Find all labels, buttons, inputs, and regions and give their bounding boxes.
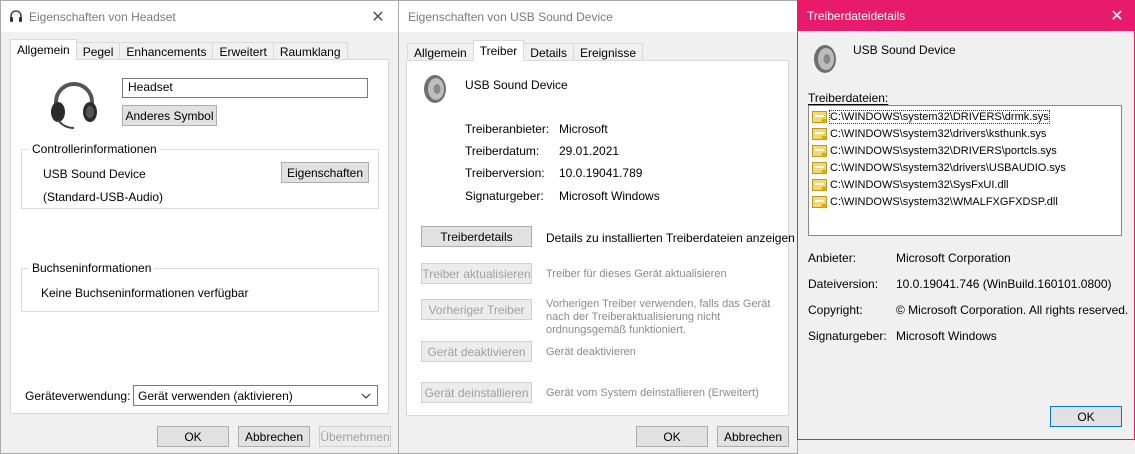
ok-button[interactable]: OK [1050,406,1122,427]
signer-value: Microsoft Windows [559,189,660,203]
copyright-label: Copyright: [808,303,863,317]
driver-files-label: Treiberdateien: [808,91,889,105]
file-version-value: 10.0.19041.746 (WinBuild.160101.0800) [896,277,1112,291]
driver-provider-value: Microsoft [559,122,608,136]
window-title: Eigenschaften von USB Sound Device [408,9,613,24]
jack-group-title: Buchseninformationen [29,261,155,275]
copyright-value: © Microsoft Corporation. All rights rese… [896,303,1129,317]
driver-date-value: 29.01.2021 [559,144,620,158]
tab-details[interactable]: Details [523,43,574,61]
system-file-icon [812,178,827,191]
update-driver-desc: Treiber für dieses Gerät aktualisieren [546,268,727,280]
chevron-down-icon [361,393,371,399]
headset-icon [10,9,22,22]
signer-value: Microsoft Windows [896,329,997,343]
device-name: USB Sound Device [465,78,568,92]
headset-device-icon [51,82,97,129]
driver-provider-label: Treiberanbieter: [465,122,550,136]
title-bar[interactable]: Eigenschaften von Headset ✕ [1,1,398,32]
ok-button[interactable]: OK [157,426,229,447]
update-driver-button[interactable]: Treiber aktualisieren [421,263,532,284]
jack-group: Buchseninformationen Keine Buchseninform… [21,261,379,312]
close-icon[interactable]: ✕ [358,1,398,32]
list-item[interactable]: C:\WINDOWS\system32\WMALFXGFXDSP.dll [812,193,1118,210]
uninstall-device-desc: Gerät vom System deinstallieren (Erweite… [546,387,759,399]
signer-label: Signaturgeber: [465,189,544,203]
system-file-icon [812,144,827,157]
tab-allgemein[interactable]: Allgemein [10,39,77,60]
provider-value: Microsoft Corporation [896,251,1011,265]
driver-date-label: Treiberdatum: [465,144,540,158]
usb-device-properties-dialog: Eigenschaften von USB Sound Device Allge… [398,0,798,454]
list-item[interactable]: C:\WINDOWS\system32\DRIVERS\drmk.sys [812,108,1118,125]
device-name: USB Sound Device [853,43,956,57]
headset-properties-dialog: Eigenschaften von Headset ✕ Allgemein Pe… [0,0,399,454]
controller-name: USB Sound Device [43,167,146,181]
change-icon-button[interactable]: Anderes Symbol [122,105,217,126]
driver-files-list[interactable]: C:\WINDOWS\system32\DRIVERS\drmk.sys C:\… [808,105,1122,236]
cancel-button[interactable]: Abbrechen [238,426,310,447]
rollback-driver-button[interactable]: Vorheriger Treiber [421,299,532,320]
tab-erweitert[interactable]: Erweitert [212,42,274,60]
driver-tab-panel: USB Sound Device Treiberanbieter: Micros… [406,60,795,416]
file-version-label: Dateiversion: [808,277,879,291]
signer-label: Signaturgeber: [808,329,887,343]
speaker-icon [424,75,446,103]
disable-device-desc: Gerät deaktivieren [546,346,636,358]
device-name-input[interactable]: Headset [122,78,368,98]
properties-button[interactable]: Eigenschaften [281,162,369,183]
list-item[interactable]: C:\WINDOWS\system32\DRIVERS\portcls.sys [812,142,1118,159]
tab-pegel[interactable]: Pegel [75,42,121,60]
device-usage-label: Geräteverwendung: [25,389,131,403]
general-tab-panel: Headset Anderes Symbol Controllerinforma… [10,59,389,414]
controller-type: (Standard-USB-Audio) [43,190,164,204]
uninstall-device-button[interactable]: Gerät deinstallieren [421,382,532,403]
tab-allgemein[interactable]: Allgemein [407,43,474,61]
jack-info: Keine Buchseninformationen verfügbar [41,286,249,300]
ok-button[interactable]: OK [636,426,708,447]
device-name-value: Headset [128,80,173,94]
device-usage-value: Gerät verwenden (aktivieren) [138,389,293,403]
tab-ereignisse[interactable]: Ereignisse [572,43,643,61]
list-item[interactable]: C:\WINDOWS\system32\drivers\USBAUDIO.sys [812,159,1118,176]
system-file-icon [812,195,827,208]
device-usage-select[interactable]: Gerät verwenden (aktivieren) [133,385,378,406]
driver-version-value: 10.0.19041.789 [559,166,643,180]
controller-group: Controllerinformationen USB Sound Device… [21,142,379,209]
apply-button[interactable]: Übernehmen [319,426,391,447]
driver-file-details-dialog: Treiberdateidetails ✕ USB Sound Device T… [797,0,1135,440]
tab-enhancements[interactable]: Enhancements [119,42,214,60]
driver-details-button[interactable]: Treiberdetails [421,226,532,247]
title-bar[interactable]: Eigenschaften von USB Sound Device [399,1,797,32]
window-title: Eigenschaften von Headset [29,9,176,24]
system-file-icon [812,127,827,140]
driver-details-desc: Details zu installierten Treiberdateien … [546,231,795,245]
disable-device-button[interactable]: Gerät deaktivieren [421,341,532,362]
list-item[interactable]: C:\WINDOWS\system32\SysFxUI.dll [812,176,1118,193]
rollback-driver-desc: Vorherigen Treiber verwenden, falls das … [546,298,771,336]
window-title: Treiberdateidetails [807,9,906,23]
speaker-icon [814,45,836,73]
tab-raumklang[interactable]: Raumklang [272,42,348,60]
tab-treiber[interactable]: Treiber [472,40,525,61]
provider-label: Anbieter: [808,251,857,265]
close-icon[interactable]: ✕ [1100,1,1134,31]
controller-group-title: Controllerinformationen [29,142,160,156]
system-file-icon [812,161,827,174]
driver-version-label: Treiberversion: [465,166,545,180]
title-bar[interactable]: Treiberdateidetails ✕ [798,1,1134,31]
list-item[interactable]: C:\WINDOWS\system32\drivers\ksthunk.sys [812,125,1118,142]
cancel-button[interactable]: Abbrechen [717,426,789,447]
system-file-icon [812,110,827,123]
